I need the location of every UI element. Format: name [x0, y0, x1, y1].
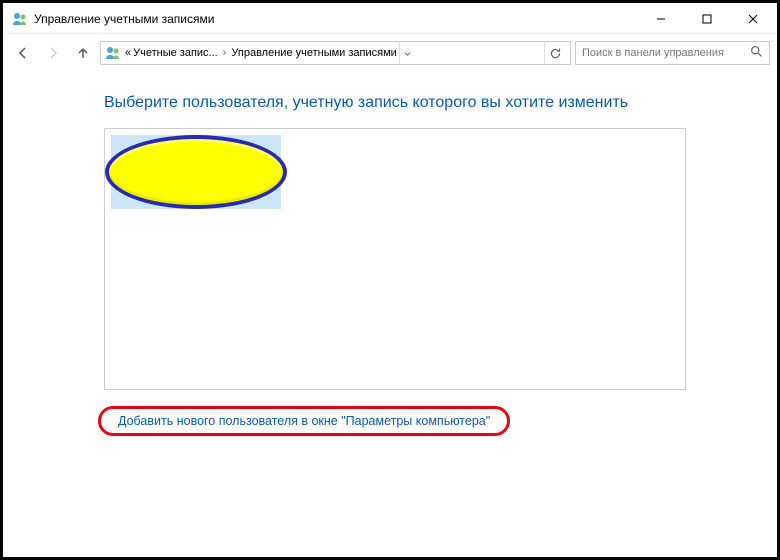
up-button[interactable] [70, 40, 96, 66]
maximize-button[interactable] [684, 4, 730, 34]
add-user-link-wrap: Добавить нового пользователя в окне "Пар… [104, 408, 504, 434]
search-placeholder: Поиск в панели управления [582, 47, 724, 59]
titlebar: Управление учетными записями [4, 4, 776, 34]
forward-button[interactable] [40, 40, 66, 66]
user-accounts-app-icon [12, 11, 28, 27]
breadcrumb-item-accounts[interactable]: Учетные запис... [133, 47, 218, 59]
window: Управление учетными записями [3, 3, 777, 557]
user-list-panel [104, 128, 686, 390]
close-button[interactable] [730, 4, 776, 34]
page-heading: Выберите пользователя, учетную запись ко… [104, 94, 686, 112]
window-system-buttons [638, 4, 776, 33]
window-title: Управление учетными записями [34, 12, 638, 26]
refresh-button[interactable] [544, 42, 566, 64]
highlight-ellipse-annotation [105, 135, 287, 209]
chevron-right-icon: › [220, 47, 230, 59]
breadcrumb-prefix: « [125, 47, 131, 59]
minimize-button[interactable] [638, 4, 684, 34]
breadcrumb[interactable]: « Учетные запис... › Управление учетными… [100, 41, 571, 65]
breadcrumb-dropdown[interactable] [399, 42, 415, 64]
search-icon [750, 45, 763, 61]
navbar: « Учетные запис... › Управление учетными… [4, 34, 776, 72]
back-button[interactable] [10, 40, 36, 66]
breadcrumb-item-manage[interactable]: Управление учетными записями [231, 47, 396, 59]
content-area: Выберите пользователя, учетную запись ко… [4, 72, 776, 444]
search-input[interactable]: Поиск в панели управления [575, 41, 770, 65]
user-account-tile[interactable] [111, 135, 281, 209]
user-accounts-icon [105, 45, 121, 61]
add-user-link[interactable]: Добавить нового пользователя в окне "Пар… [104, 408, 504, 434]
